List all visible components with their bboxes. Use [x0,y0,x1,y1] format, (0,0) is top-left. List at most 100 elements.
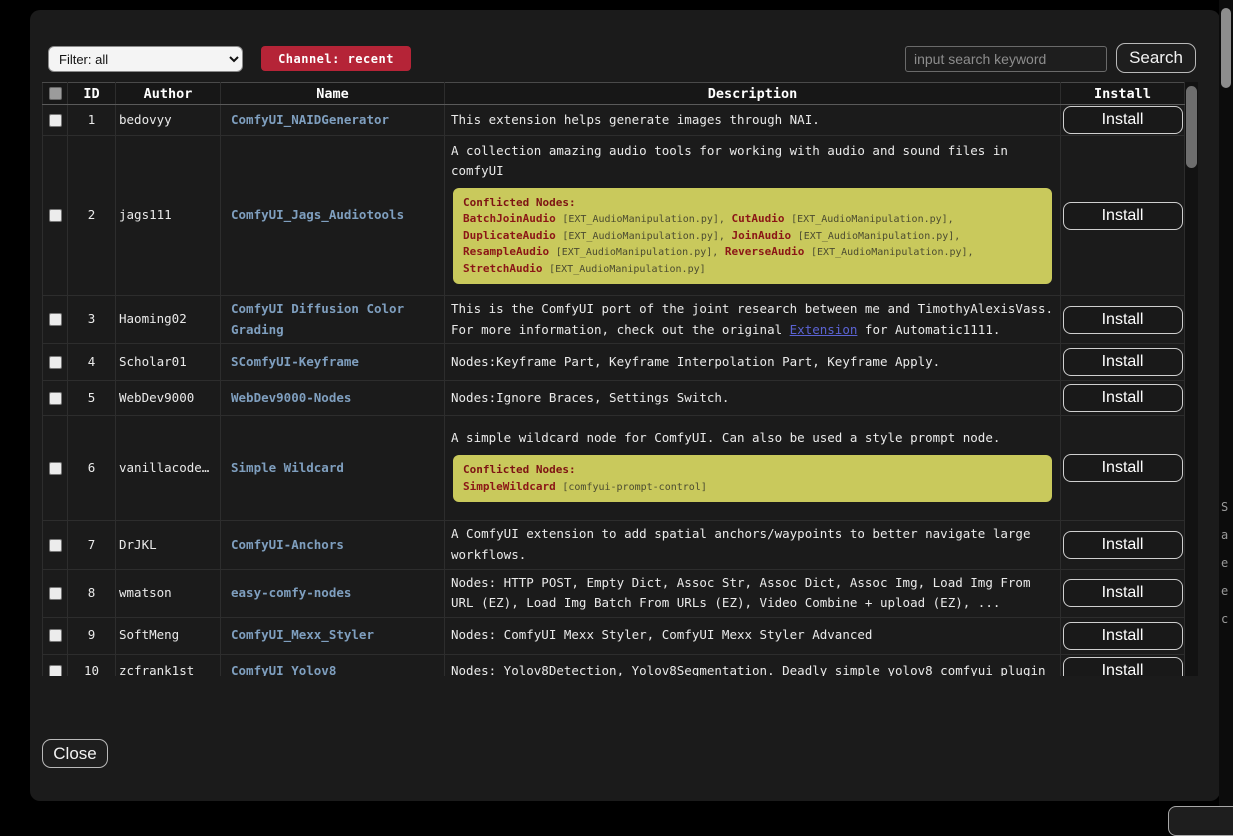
row-author: WebDev9000 [116,381,221,416]
conflict-box: Conflicted Nodes: SimpleWildcard [comfyu… [453,455,1052,502]
install-button[interactable]: Install [1063,657,1183,676]
row-checkbox[interactable] [49,539,62,552]
conflict-node: SimpleWildcard [463,480,556,493]
conflict-node: ReverseAudio [725,245,804,258]
node-name-link[interactable]: ComfyUI-Anchors [231,537,344,552]
select-all-checkbox[interactable] [49,87,62,100]
table-row: 9 SoftMeng ComfyUI_Mexx_Styler Nodes: Co… [43,617,1185,654]
install-button[interactable]: Install [1063,531,1183,559]
row-author: Haoming02 [116,296,221,344]
row-checkbox[interactable] [49,114,62,127]
row-description: This extension helps generate images thr… [445,105,1061,136]
edge-fragment: e [1221,556,1228,570]
edge-fragment: c [1221,612,1228,626]
row-author: vanillacode… [116,416,221,521]
channel-badge: Channel: recent [261,46,411,71]
install-button[interactable]: Install [1063,202,1183,230]
row-id: 9 [68,617,116,654]
row-checkbox[interactable] [49,356,62,369]
install-button[interactable]: Install [1063,106,1183,134]
install-button[interactable]: Install [1063,306,1183,334]
table-header-row: ID Author Name Description Install [43,83,1185,105]
install-button[interactable]: Install [1063,348,1183,376]
partial-button[interactable] [1168,806,1233,836]
custom-nodes-table: ID Author Name Description Install 1 bed… [42,82,1198,676]
custom-nodes-dialog: Filter: all Channel: recent Search ID Au… [30,10,1220,801]
row-author: Scholar01 [116,344,221,381]
node-name-link[interactable]: ComfyUI Yolov8 [231,663,336,676]
close-button[interactable]: Close [42,739,108,768]
search-button[interactable]: Search [1116,43,1196,73]
filter-select[interactable]: Filter: all [48,46,243,72]
node-name-link[interactable]: Simple Wildcard [231,460,344,475]
search-input[interactable] [905,46,1107,72]
table-row: 7 DrJKL ComfyUI-Anchors A ComfyUI extens… [43,521,1185,569]
conflict-box: Conflicted Nodes: BatchJoinAudio [EXT_Au… [453,188,1052,285]
table-row: 6 vanillacode… Simple Wildcard A simple … [43,416,1185,521]
extension-link[interactable]: Extension [790,322,858,337]
install-button[interactable]: Install [1063,454,1183,482]
row-id: 1 [68,105,116,136]
row-author: SoftMeng [116,617,221,654]
table-row: 4 Scholar01 SComfyUI-Keyframe Nodes:Keyf… [43,344,1185,381]
row-checkbox[interactable] [49,313,62,326]
table-scrollbar-thumb[interactable] [1186,86,1197,168]
row-description: Nodes: HTTP POST, Empty Dict, Assoc Str,… [445,569,1061,617]
row-id: 8 [68,569,116,617]
conflict-node: BatchJoinAudio [463,212,556,225]
install-button[interactable]: Install [1063,622,1183,650]
row-id: 6 [68,416,116,521]
row-id: 10 [68,654,116,676]
conflict-ext: [EXT_AudioManipulation.py], [556,247,719,258]
row-checkbox[interactable] [49,629,62,642]
table-row: 5 WebDev9000 WebDev9000-Nodes Nodes:Igno… [43,381,1185,416]
node-name-link[interactable]: WebDev9000-Nodes [231,390,351,405]
row-id: 3 [68,296,116,344]
conflict-node: StretchAudio [463,262,542,275]
row-id: 4 [68,344,116,381]
header-name: Name [221,83,445,105]
row-checkbox[interactable] [49,392,62,405]
row-description: Nodes:Keyframe Part, Keyframe Interpolat… [445,344,1061,381]
node-name-link[interactable]: ComfyUI Diffusion Color Grading [231,301,404,337]
row-checkbox[interactable] [49,587,62,600]
node-name-link[interactable]: ComfyUI_Jags_Audiotools [231,207,404,222]
install-button[interactable]: Install [1063,579,1183,607]
row-checkbox[interactable] [49,462,62,475]
row-description: A ComfyUI extension to add spatial ancho… [445,521,1061,569]
header-id: ID [68,83,116,105]
row-checkbox[interactable] [49,665,62,676]
table-row: 1 bedovyy ComfyUI_NAIDGenerator This ext… [43,105,1185,136]
conflict-ext: [EXT_AudioManipulation.py] [549,264,706,275]
conflict-ext: [comfyui-prompt-control] [562,482,707,493]
edge-fragment: a [1221,528,1228,542]
node-name-link[interactable]: easy-comfy-nodes [231,585,351,600]
conflict-node: ResampleAudio [463,245,549,258]
page-scrollbar[interactable] [1219,0,1233,815]
row-id: 5 [68,381,116,416]
conflict-ext: [EXT_AudioManipulation.py], [791,214,954,225]
node-name-link[interactable]: ComfyUI_Mexx_Styler [231,627,374,642]
edge-fragment: S [1221,500,1228,514]
table-row: 10 zcfrank1st ComfyUI Yolov8 Nodes: Yolo… [43,654,1185,676]
header-description: Description [445,83,1061,105]
conflict-title: Conflicted Nodes: [463,195,1042,212]
row-author: wmatson [116,569,221,617]
row-author: DrJKL [116,521,221,569]
conflict-node: CutAudio [732,212,785,225]
row-author: zcfrank1st [116,654,221,676]
row-checkbox[interactable] [49,209,62,222]
row-id: 7 [68,521,116,569]
node-name-link[interactable]: SComfyUI-Keyframe [231,354,359,369]
header-install: Install [1061,83,1185,105]
conflict-node: DuplicateAudio [463,229,556,242]
table-scrollbar[interactable] [1185,82,1198,676]
row-description: Nodes: ComfyUI Mexx Styler, ComfyUI Mexx… [445,617,1061,654]
row-id: 2 [68,136,116,296]
conflict-ext: [EXT_AudioManipulation.py], [798,231,961,242]
page-scrollbar-thumb[interactable] [1221,8,1231,88]
node-name-link[interactable]: ComfyUI_NAIDGenerator [231,112,389,127]
install-button[interactable]: Install [1063,384,1183,412]
table-row: 2 jags111 ComfyUI_Jags_Audiotools A coll… [43,136,1185,296]
header-author: Author [116,83,221,105]
